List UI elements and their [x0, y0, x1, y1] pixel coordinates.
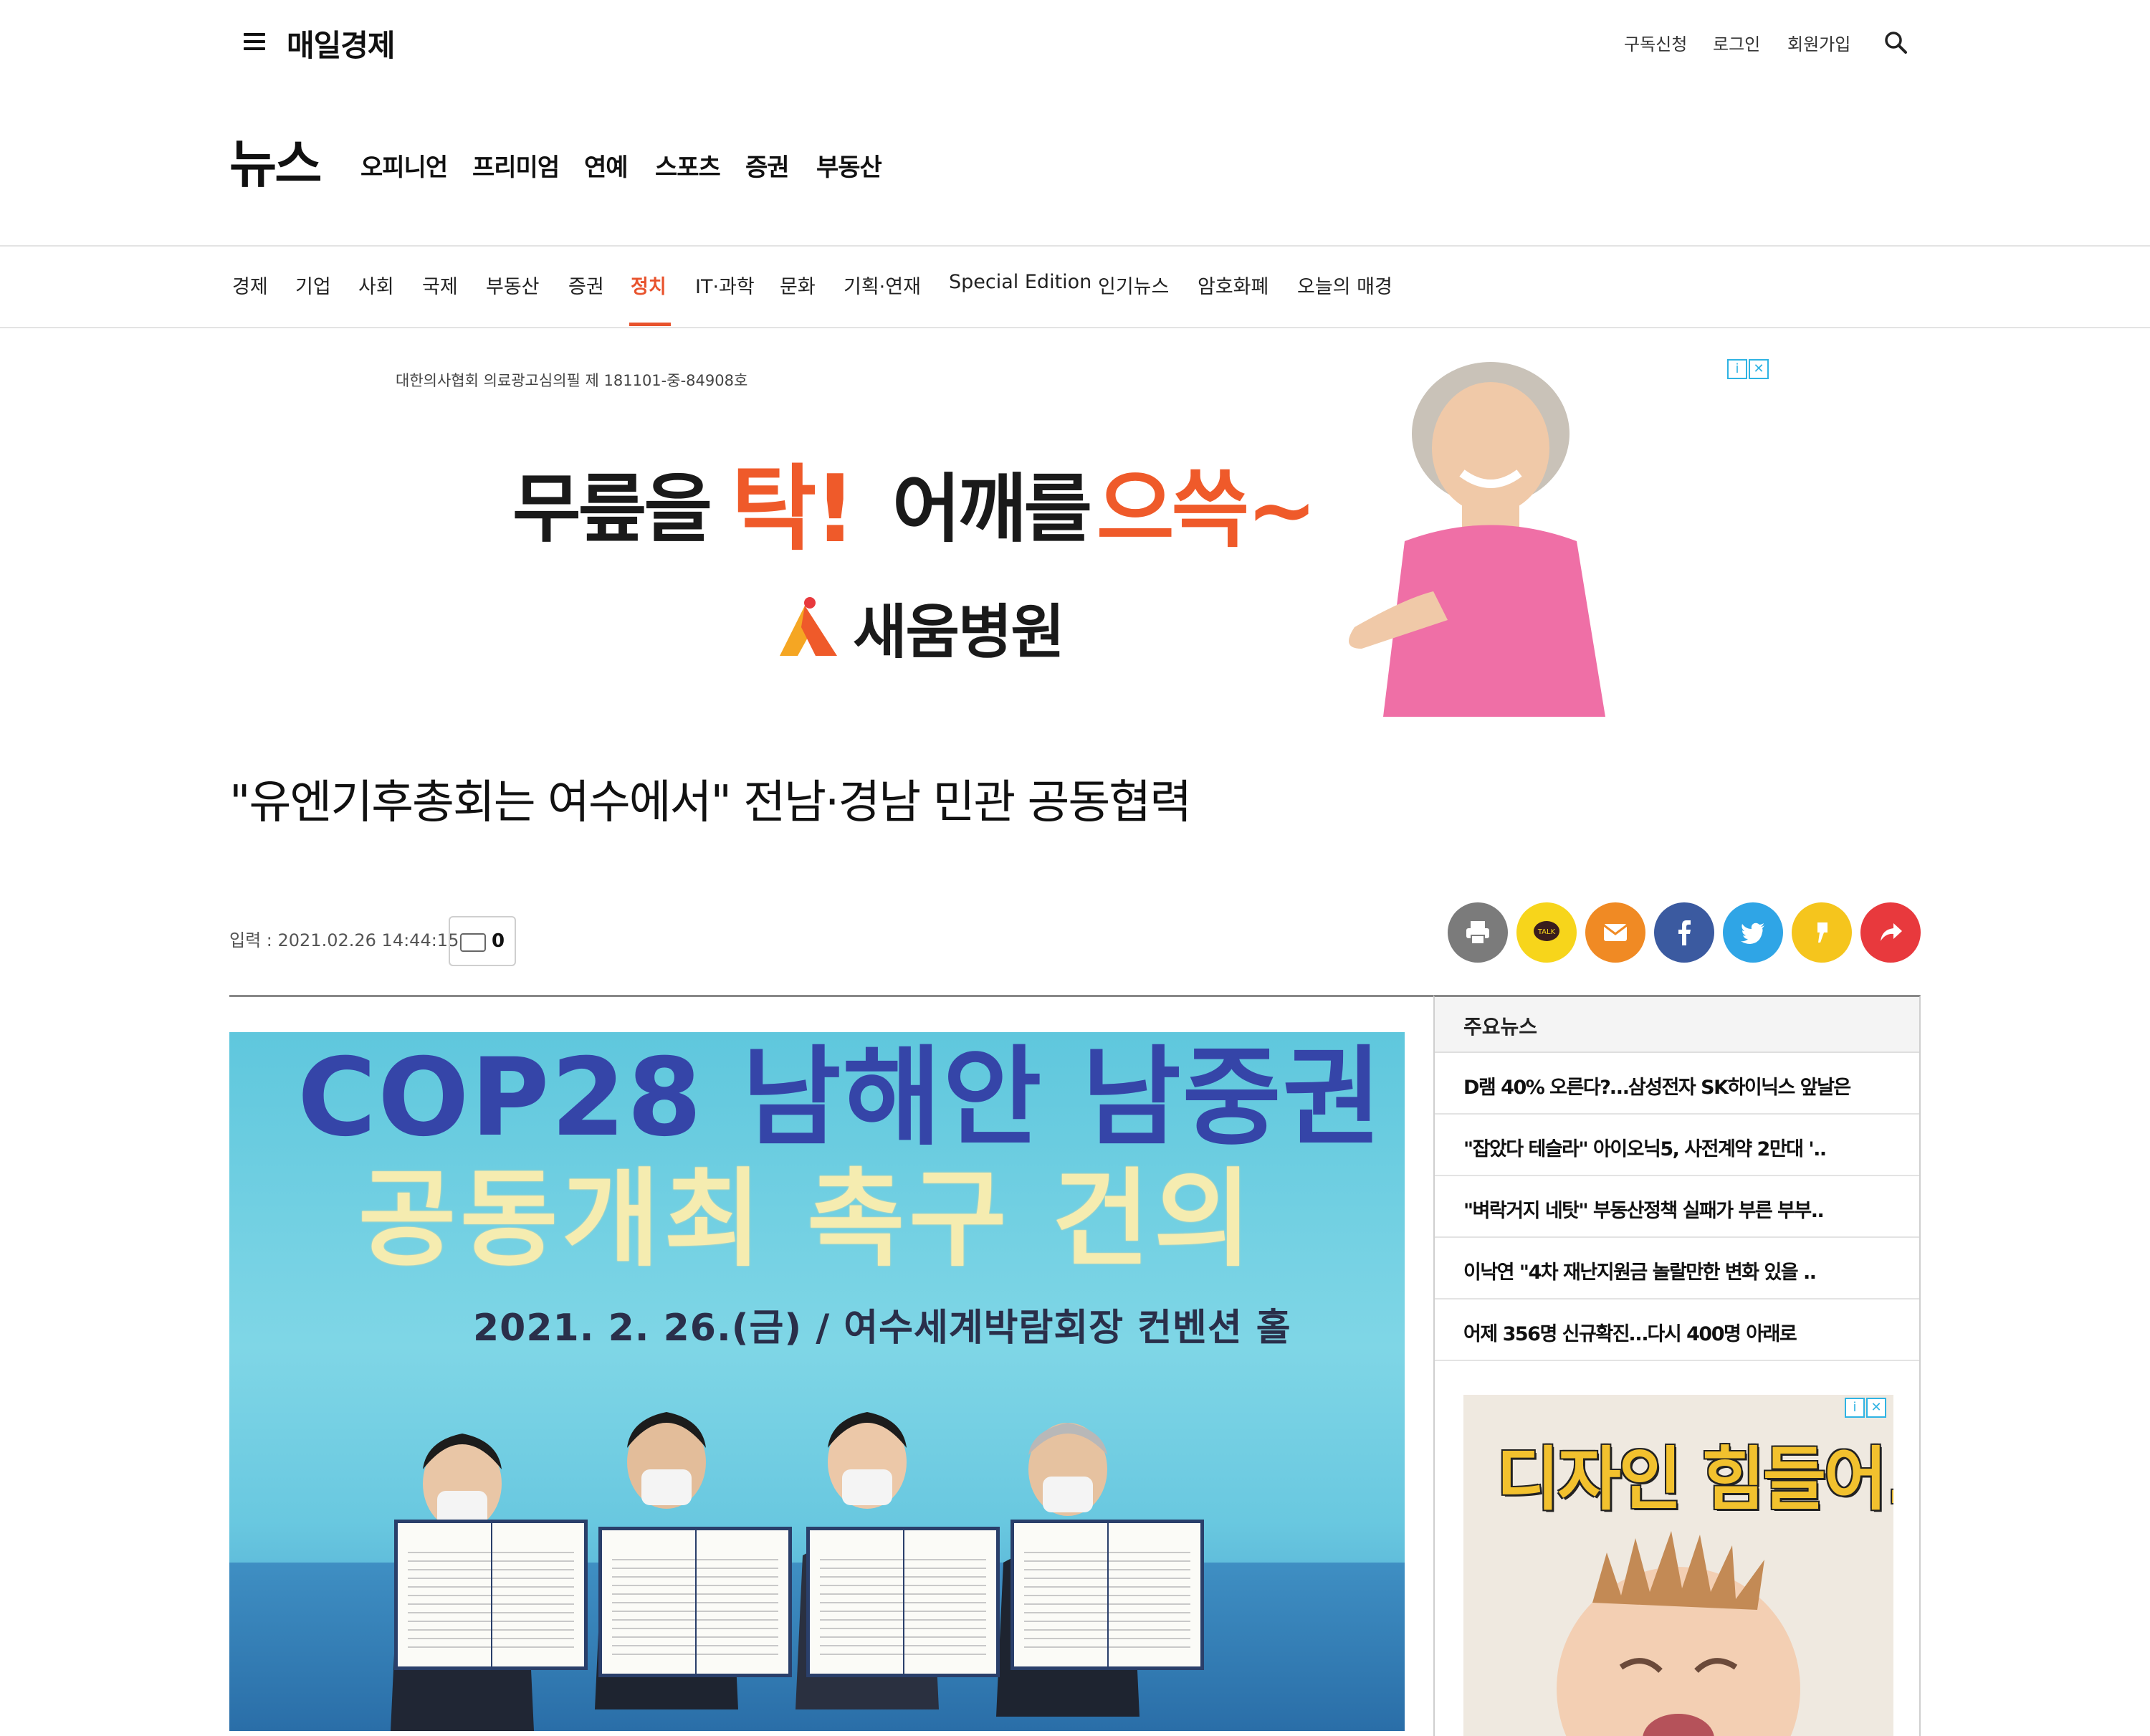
login-link[interactable]: 로그인 — [1713, 30, 1760, 55]
category-culture[interactable]: 문화 — [780, 271, 816, 299]
menu-icon[interactable] — [244, 33, 265, 50]
section-link-premium[interactable]: 프리미엄 — [472, 148, 560, 183]
top-news-item[interactable]: 이낙연 "4차 재난지원금 놀랄만한 변화 있을 .. — [1435, 1238, 1919, 1299]
ad-model-photo — [1349, 362, 1605, 717]
ad-headline-knee: 무릎을 — [512, 465, 712, 553]
section-link-stocks[interactable]: 증권 — [745, 148, 790, 183]
twitter-icon — [1741, 922, 1764, 944]
banner-ad[interactable]: 대한의사협회 의료광고심의필 제 181101-중-84908호 무릎을 탁! … — [380, 355, 1770, 717]
category-realestate[interactable]: 부동산 — [486, 271, 540, 299]
article-headline: "유엔기후총회는 여수에서" 전남·경남 민관 공동협력 — [229, 776, 1192, 829]
category-politics[interactable]: 정치 — [631, 271, 666, 299]
site-logo[interactable]: 매일경제 — [287, 22, 396, 65]
search-icon[interactable] — [1883, 30, 1908, 54]
top-news-item[interactable]: "벼락거지 네탓" 부동산정책 실패가 부른 부부.. — [1435, 1176, 1919, 1238]
category-economy[interactable]: 경제 — [232, 271, 268, 299]
sidebar-ad-text: 디자인 힘들어. — [1496, 1439, 1893, 1520]
section-link-sports[interactable]: 스포츠 — [655, 148, 721, 183]
hospital-logo-icon — [780, 597, 837, 656]
ad-headline-tap: 탁! — [731, 454, 856, 563]
category-popular[interactable]: 인기뉴스 — [1098, 271, 1169, 299]
photo-banner-line3: 2021. 2. 26.(금) / 여수세계박람회장 컨벤션 홀 — [473, 1307, 1291, 1350]
category-society[interactable]: 사회 — [358, 271, 394, 299]
active-category-underline — [629, 323, 671, 326]
facebook-button[interactable] — [1654, 902, 1714, 963]
kakaotalk-button[interactable]: TALK — [1516, 902, 1577, 963]
ad-hospital-name: 새움병원 — [853, 598, 1065, 667]
category-crypto[interactable]: 암호화폐 — [1198, 271, 1268, 299]
ad-close-icon[interactable]: ✕ — [1749, 359, 1769, 379]
ad-headline-shoulder: 어깨를 — [892, 465, 1092, 553]
category-special-edition[interactable]: Special Edition — [949, 271, 1091, 293]
sidebar: 주요뉴스 D램 40% 오른다?…삼성전자 SK하이닉스 앞날은 "잡았다 테슬… — [1433, 995, 1921, 1736]
comment-button[interactable]: 0 — [449, 916, 516, 966]
facebook-icon — [1678, 920, 1691, 945]
kakaotalk-icon: TALK — [1534, 921, 1559, 941]
article-date: 입력 : 2021.02.26 14:44:15 — [229, 930, 459, 950]
section-link-opinion[interactable]: 오피니언 — [360, 148, 448, 183]
section-nav: 뉴스 오피니언 프리미엄 연예 스포츠 증권 부동산 — [0, 122, 2150, 194]
signed-document — [598, 1527, 792, 1677]
signed-document — [1010, 1520, 1204, 1670]
category-divider — [0, 327, 2150, 328]
photo-banner-line2: 공동개최 촉구 건의 — [358, 1158, 1256, 1281]
share-arrow-icon — [1881, 923, 1902, 941]
sidebar-ad-info-icon[interactable]: i — [1845, 1398, 1865, 1418]
section-link-entertainment[interactable]: 연예 — [584, 148, 629, 183]
category-todays-mk[interactable]: 오늘의 매경 — [1297, 271, 1392, 299]
top-news-title: 주요뉴스 — [1463, 1015, 1538, 1039]
nav-divider — [0, 245, 2150, 247]
twitter-button[interactable] — [1723, 902, 1783, 963]
kakaostory-icon — [1817, 922, 1828, 943]
share-button[interactable] — [1860, 902, 1921, 963]
news-item-title: "벼락거지 네탓" 부동산정책 실패가 부른 부부.. — [1463, 1200, 1825, 1222]
subscribe-link[interactable]: 구독신청 — [1624, 30, 1687, 55]
email-button[interactable] — [1585, 902, 1645, 963]
section-link-realestate[interactable]: 부동산 — [816, 148, 882, 183]
section-title[interactable]: 뉴스 — [229, 122, 322, 197]
mail-icon — [1603, 924, 1628, 941]
article-divider — [229, 995, 1433, 997]
news-item-title: D램 40% 오른다?…삼성전자 SK하이닉스 앞날은 — [1463, 1077, 1851, 1099]
sidebar-ad[interactable]: 디자인 힘들어. i ✕ — [1463, 1395, 1893, 1736]
svg-text:TALK: TALK — [1537, 928, 1556, 936]
category-it-science[interactable]: IT·과학 — [695, 271, 755, 299]
article-photo: COP28 남해안 남중권 공동개최 촉구 건의 2021. 2. 26.(금)… — [229, 1032, 1405, 1731]
top-bar: 매일경제 구독신청 로그인 회원가입 — [0, 0, 2150, 86]
printer-icon — [1466, 921, 1489, 945]
signed-document — [394, 1520, 588, 1670]
ad-disclaimer: 대한의사협회 의료광고심의필 제 181101-중-84908호 — [396, 372, 748, 389]
signup-link[interactable]: 회원가입 — [1787, 30, 1850, 55]
news-item-title: "잡았다 테슬라" 아이오닉5, 사전계약 2만대 '.. — [1463, 1138, 1827, 1160]
news-item-title: 어제 356명 신규확진…다시 400명 아래로 — [1463, 1323, 1797, 1345]
comment-count: 0 — [492, 930, 505, 952]
top-news-item[interactable]: D램 40% 오른다?…삼성전자 SK하이닉스 앞날은 — [1435, 1053, 1919, 1115]
top-news-item[interactable]: 어제 356명 신규확진…다시 400명 아래로 — [1435, 1299, 1919, 1361]
signed-document — [806, 1527, 1000, 1677]
category-stocks[interactable]: 증권 — [568, 271, 604, 299]
top-news-item[interactable]: "잡았다 테슬라" 아이오닉5, 사전계약 2만대 '.. — [1435, 1115, 1919, 1176]
baby-photo — [1557, 1531, 1800, 1736]
kakaostory-button[interactable] — [1792, 902, 1852, 963]
category-business[interactable]: 기업 — [295, 271, 331, 299]
ad-info-icon[interactable]: i — [1727, 359, 1747, 379]
top-news-header: 주요뉴스 — [1435, 997, 1919, 1053]
sidebar-ad-close-icon[interactable]: ✕ — [1866, 1398, 1886, 1418]
comment-icon — [460, 933, 486, 952]
news-item-title: 이낙연 "4차 재난지원금 놀랄만한 변화 있을 .. — [1463, 1262, 1817, 1284]
category-features[interactable]: 기획·연재 — [844, 271, 921, 299]
print-button[interactable] — [1448, 902, 1508, 963]
category-world[interactable]: 국제 — [422, 271, 458, 299]
